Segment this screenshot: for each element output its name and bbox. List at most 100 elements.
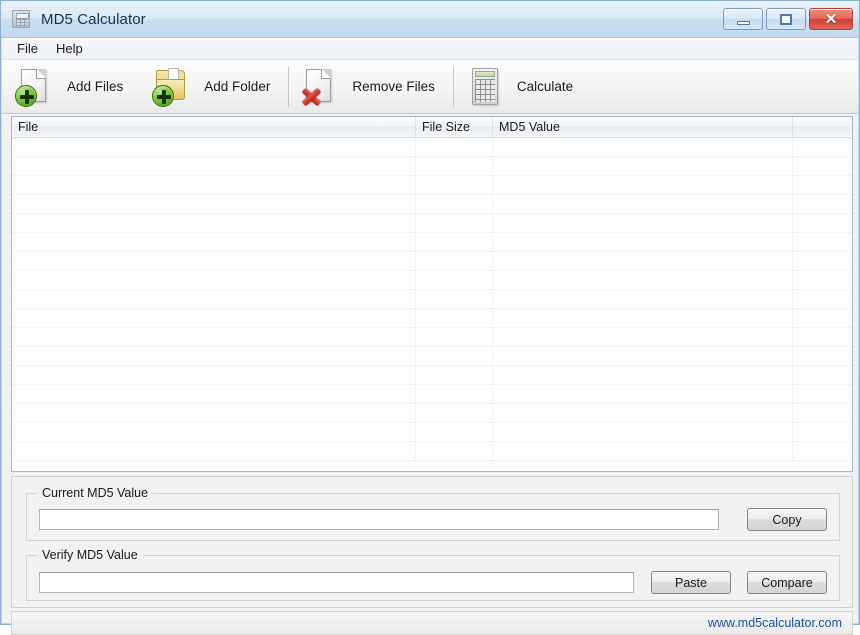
table-row[interactable]: [12, 404, 852, 423]
table-cell: [12, 442, 416, 460]
close-button[interactable]: ✕: [809, 8, 853, 30]
menu-bar: File Help: [2, 38, 858, 60]
table-row[interactable]: [12, 252, 852, 271]
table-row[interactable]: [12, 423, 852, 442]
current-md5-input[interactable]: [39, 509, 719, 530]
paste-button[interactable]: Paste: [651, 571, 731, 594]
table-row[interactable]: [12, 214, 852, 233]
table-cell: [493, 252, 793, 270]
calculator-icon: [464, 66, 504, 108]
minimize-button[interactable]: [723, 8, 763, 30]
copy-button[interactable]: Copy: [747, 508, 827, 531]
table-cell: [12, 328, 416, 346]
table-cell: [12, 214, 416, 232]
table-row[interactable]: [12, 233, 852, 252]
table-row[interactable]: [12, 347, 852, 366]
table-row[interactable]: [12, 138, 852, 157]
table-cell: [12, 176, 416, 194]
table-cell: [793, 328, 852, 346]
table-cell: [793, 252, 852, 270]
table-row[interactable]: [12, 271, 852, 290]
table-cell: [793, 214, 852, 232]
status-bar: www.md5calculator.com: [11, 611, 853, 635]
table-cell: [416, 309, 493, 327]
add-folder-icon: [151, 66, 191, 108]
add-files-label: Add Files: [67, 79, 124, 94]
table-cell: [493, 328, 793, 346]
table-cell: [493, 157, 793, 175]
table-cell: [793, 404, 852, 422]
table-cell: [416, 252, 493, 270]
table-row[interactable]: [12, 442, 852, 461]
table-cell: [416, 214, 493, 232]
table-cell: [416, 385, 493, 403]
calculate-button[interactable]: Calculate: [464, 64, 581, 110]
table-cell: [416, 442, 493, 460]
table-cell: [793, 138, 852, 156]
table-row[interactable]: [12, 385, 852, 404]
close-icon: ✕: [824, 10, 838, 28]
table-cell: [12, 404, 416, 422]
verify-md5-input[interactable]: [39, 572, 634, 593]
table-cell: [416, 233, 493, 251]
add-file-icon: [14, 66, 54, 108]
table-cell: [793, 347, 852, 365]
table-cell: [12, 290, 416, 308]
website-link[interactable]: www.md5calculator.com: [708, 616, 842, 630]
table-cell: [493, 423, 793, 441]
add-files-button[interactable]: Add Files: [14, 64, 131, 110]
table-cell: [493, 233, 793, 251]
table-cell: [793, 157, 852, 175]
table-cell: [793, 366, 852, 384]
table-cell: [12, 271, 416, 289]
table-row[interactable]: [12, 309, 852, 328]
table-cell: [793, 290, 852, 308]
add-folder-button[interactable]: Add Folder: [151, 64, 278, 110]
table-cell: [493, 290, 793, 308]
verify-md5-group-title: Verify MD5 Value: [37, 548, 143, 562]
table-cell: [793, 271, 852, 289]
menu-item-file[interactable]: File: [12, 39, 47, 59]
add-folder-label: Add Folder: [204, 79, 271, 94]
maximize-button[interactable]: [766, 8, 806, 30]
calculate-label: Calculate: [516, 79, 574, 94]
file-list-body[interactable]: [12, 138, 852, 471]
table-row[interactable]: [12, 328, 852, 347]
table-cell: [12, 385, 416, 403]
table-cell: [12, 233, 416, 251]
table-cell: [793, 233, 852, 251]
table-cell: [416, 404, 493, 422]
table-cell: [493, 442, 793, 460]
table-cell: [793, 176, 852, 194]
table-cell: [12, 157, 416, 175]
table-cell: [416, 423, 493, 441]
maximize-icon: [780, 13, 792, 25]
table-row[interactable]: [12, 195, 852, 214]
column-header-file[interactable]: File: [12, 117, 416, 137]
file-list-view[interactable]: File File Size MD5 Value: [11, 116, 853, 472]
compare-button[interactable]: Compare: [747, 571, 827, 594]
column-header-file-size[interactable]: File Size: [416, 117, 493, 137]
window-title: MD5 Calculator: [41, 10, 146, 28]
table-cell: [793, 423, 852, 441]
menu-item-help[interactable]: Help: [51, 39, 92, 59]
table-cell: [12, 423, 416, 441]
table-cell: [416, 328, 493, 346]
table-row[interactable]: [12, 157, 852, 176]
column-header-spacer[interactable]: [793, 117, 852, 137]
table-cell: [12, 347, 416, 365]
table-cell: [493, 404, 793, 422]
table-row[interactable]: [12, 290, 852, 309]
title-bar[interactable]: MD5 Calculator ✕: [1, 1, 859, 38]
column-header-md5-value[interactable]: MD5 Value: [493, 117, 793, 137]
table-row[interactable]: [12, 366, 852, 385]
remove-files-button[interactable]: Remove Files: [299, 64, 443, 110]
md5-panel: Current MD5 Value Verify MD5 Value Copy …: [11, 476, 853, 608]
table-cell: [493, 385, 793, 403]
table-cell: [12, 195, 416, 213]
client-area: File Help Add Files Add Folder Remove Fi…: [2, 38, 858, 635]
table-cell: [416, 366, 493, 384]
table-row[interactable]: [12, 176, 852, 195]
table-cell: [493, 138, 793, 156]
table-cell: [493, 347, 793, 365]
